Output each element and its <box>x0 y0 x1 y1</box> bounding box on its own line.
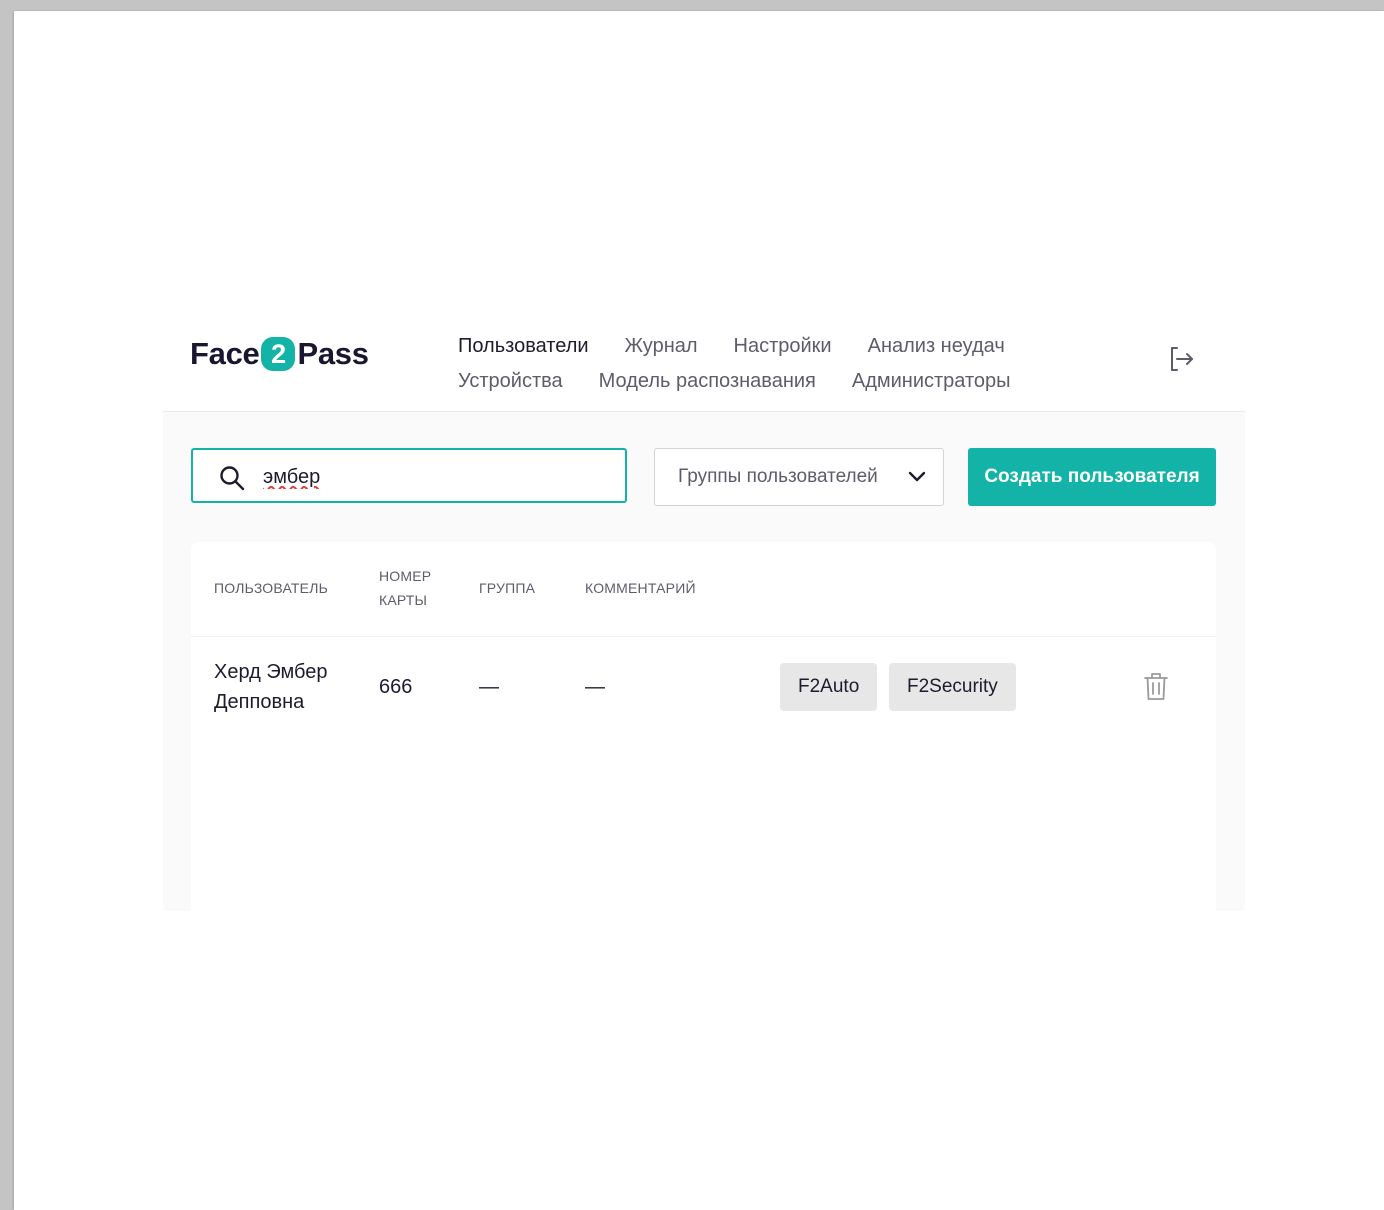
nav-row-1: Пользователи Журнал Настройки Анализ неу… <box>458 329 1047 364</box>
header: Face 2 Pass Пользователи Журнал Настройк… <box>163 311 1245 412</box>
logo-text-pass: Pass <box>297 336 369 371</box>
logo[interactable]: Face 2 Pass <box>190 336 369 372</box>
main-nav: Пользователи Журнал Настройки Анализ неу… <box>458 329 1047 399</box>
card-number: 666 <box>379 676 413 698</box>
tag-f2auto[interactable]: F2Auto <box>780 663 878 711</box>
create-user-button[interactable]: Создать пользователя <box>968 448 1216 506</box>
nav-item-journal[interactable]: Журнал <box>625 335 698 358</box>
user-name-line-1: Херд Эмбер <box>214 661 328 683</box>
group-value: — <box>479 676 499 698</box>
nav-item-devices[interactable]: Устройства <box>458 370 563 393</box>
logo-text-face: Face <box>190 336 260 371</box>
column-header-group[interactable]: Группа <box>479 576 535 600</box>
search-input[interactable] <box>261 460 615 494</box>
trash-icon[interactable] <box>1143 671 1169 701</box>
users-table: Пользователь Номер карты Группа Коммента… <box>191 542 1216 911</box>
nav-item-users[interactable]: Пользователи <box>458 335 589 358</box>
column-header-card[interactable]: Номер карты <box>379 564 449 612</box>
nav-item-recognition-model[interactable]: Модель распознавания <box>599 370 816 393</box>
table-header: Пользователь Номер карты Группа Коммента… <box>191 542 1216 637</box>
logo-badge: 2 <box>261 337 296 371</box>
user-name-line-2: Депповна <box>214 691 305 713</box>
chevron-down-icon <box>908 471 926 482</box>
search-box[interactable] <box>191 448 627 503</box>
nav-item-failure-analysis[interactable]: Анализ неудач <box>868 335 1005 358</box>
user-name: Херд Эмбер Депповна <box>214 657 328 717</box>
app-window: Face 2 Pass Пользователи Журнал Настройк… <box>163 311 1245 911</box>
table-row[interactable]: Херд Эмбер Депповна 666 — — F2Auto F2Sec… <box>191 637 1216 747</box>
user-groups-label: Группы пользователей <box>678 466 878 487</box>
nav-item-settings[interactable]: Настройки <box>734 335 832 358</box>
content-area: Группы пользователей Создать пользовател… <box>163 412 1245 911</box>
nav-item-administrators[interactable]: Администраторы <box>852 370 1011 393</box>
user-groups-select[interactable]: Группы пользователей <box>654 448 944 506</box>
logout-icon[interactable] <box>1166 344 1196 374</box>
column-header-user[interactable]: Пользователь <box>214 576 328 600</box>
column-header-comment[interactable]: Комментарий <box>585 576 696 600</box>
comment-value: — <box>585 676 605 698</box>
nav-row-2: Устройства Модель распознавания Админист… <box>458 364 1047 399</box>
search-icon <box>220 466 245 491</box>
tag-f2security[interactable]: F2Security <box>889 663 1016 711</box>
page: Face 2 Pass Пользователи Журнал Настройк… <box>14 11 1384 1210</box>
